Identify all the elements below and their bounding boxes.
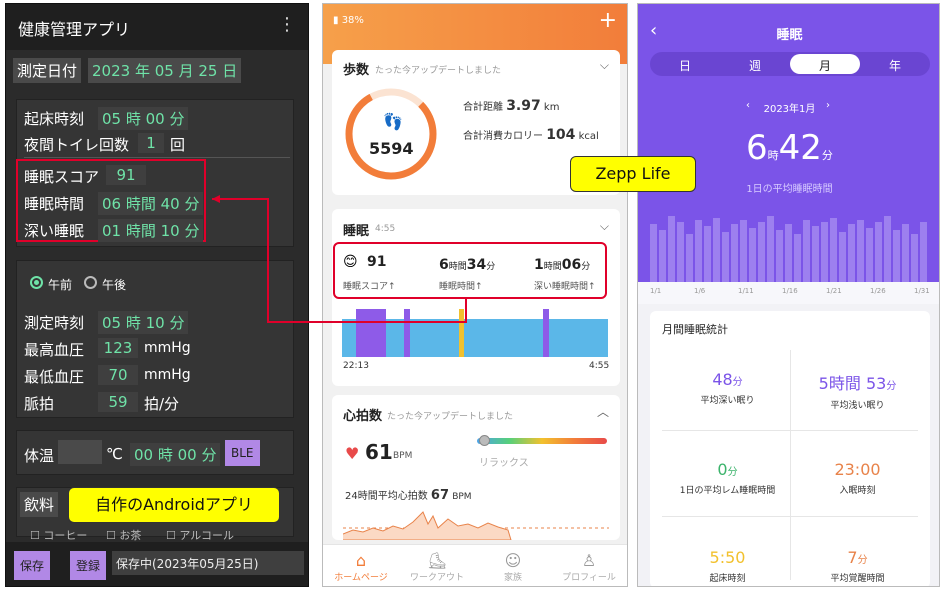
callout-zepp: Zepp Life bbox=[570, 156, 696, 192]
callout-android: 自作のAndroidアプリ bbox=[68, 487, 280, 523]
